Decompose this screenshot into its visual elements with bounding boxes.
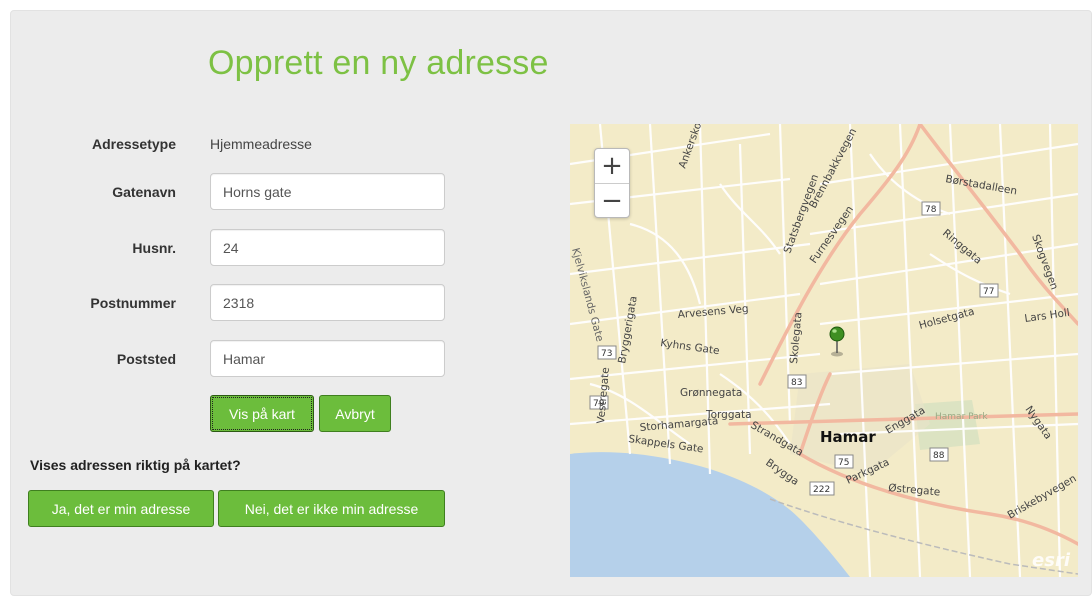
map-tiles: 78 77 73 79 83 75 88 222 Ankerskogvegen … [570,124,1078,577]
house-number-label: Husnr. [132,240,176,256]
confirm-question: Vises adressen riktig på kartet? [30,457,241,473]
map-label: Østregate [888,482,941,498]
map-label: Hamar [820,428,876,446]
map-label: 73 [601,349,612,359]
map-label: Furnesvegen [808,204,856,266]
map-label: 78 [925,205,937,215]
map-label: 77 [983,287,994,297]
map-label: Ankerskogvegen [677,124,718,170]
location-pin-icon [829,326,845,357]
esri-logo: esri [1032,550,1070,571]
map-label: 83 [791,378,802,388]
map-label: Skogvegen [1029,233,1060,292]
map-label: Lars Holl [1024,307,1071,325]
address-type-value: Hjemmeadresse [210,136,312,152]
map-label: 222 [813,485,830,495]
map-label: Kjelvikslands Gate [570,247,606,343]
house-number-input[interactable] [210,229,445,266]
city-input[interactable] [210,340,445,377]
map-label: Arvesens Veg [677,303,749,321]
map-label: Børstadalleen [944,173,1017,197]
map-label: Nygata [1023,404,1054,442]
zoom-in-icon[interactable]: + [595,149,629,183]
address-type-label: Adressetype [91,136,176,152]
street-label: Gatenavn [112,184,176,200]
street-input[interactable] [210,173,445,210]
confirm-yes-button[interactable]: Ja, det er min adresse [28,490,214,527]
address-map[interactable]: 78 77 73 79 83 75 88 222 Ankerskogvegen … [570,124,1078,577]
map-label: 88 [933,451,945,461]
city-label: Poststed [116,351,176,367]
map-zoom-control: + − [594,148,630,218]
map-label: Skappels Gate [628,433,705,455]
map-label: Ringgata [940,227,984,267]
map-label: Statsbergvegen [782,173,822,255]
confirm-no-button[interactable]: Nei, det er ikke min adresse [218,490,445,527]
postal-code-input[interactable] [210,284,445,321]
page-title: Opprett en ny adresse [208,44,549,82]
show-on-map-button[interactable]: Vis på kart [210,395,314,432]
map-label: 75 [838,458,849,468]
map-label: Brygga [763,457,801,488]
map-label: Hamar Park [935,412,988,422]
map-label: Grønnegata [680,387,742,399]
postal-code-label: Postnummer [90,295,176,311]
map-label: Kyhns Gate [660,337,721,357]
zoom-out-icon[interactable]: − [595,183,629,217]
cancel-button[interactable]: Avbryt [319,395,391,432]
